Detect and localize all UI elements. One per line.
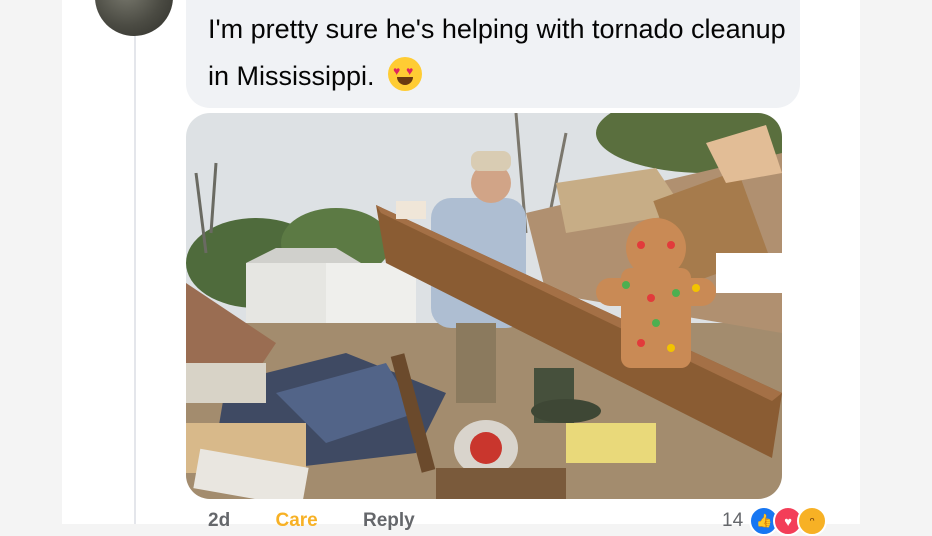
haha-icon: ᵔ [797,506,828,536]
comment-actions: 2d Care Reply [208,510,455,532]
thread-line [134,34,136,524]
reply-button[interactable]: Reply [363,510,415,531]
comment-photo[interactable] [186,113,782,499]
care-button[interactable]: Care [275,510,317,531]
heart-eyes-emoji-icon: ♥ ♥ [388,57,423,91]
comment-body: I'm pretty sure he's helping with tornad… [208,14,786,91]
reaction-count: 14 [722,510,744,531]
comment-time[interactable]: 2d [208,510,230,531]
comment-text: I'm pretty sure he's helping with tornad… [208,6,788,100]
reaction-summary[interactable]: 14 👍 ♥ ᵔ [722,506,828,536]
